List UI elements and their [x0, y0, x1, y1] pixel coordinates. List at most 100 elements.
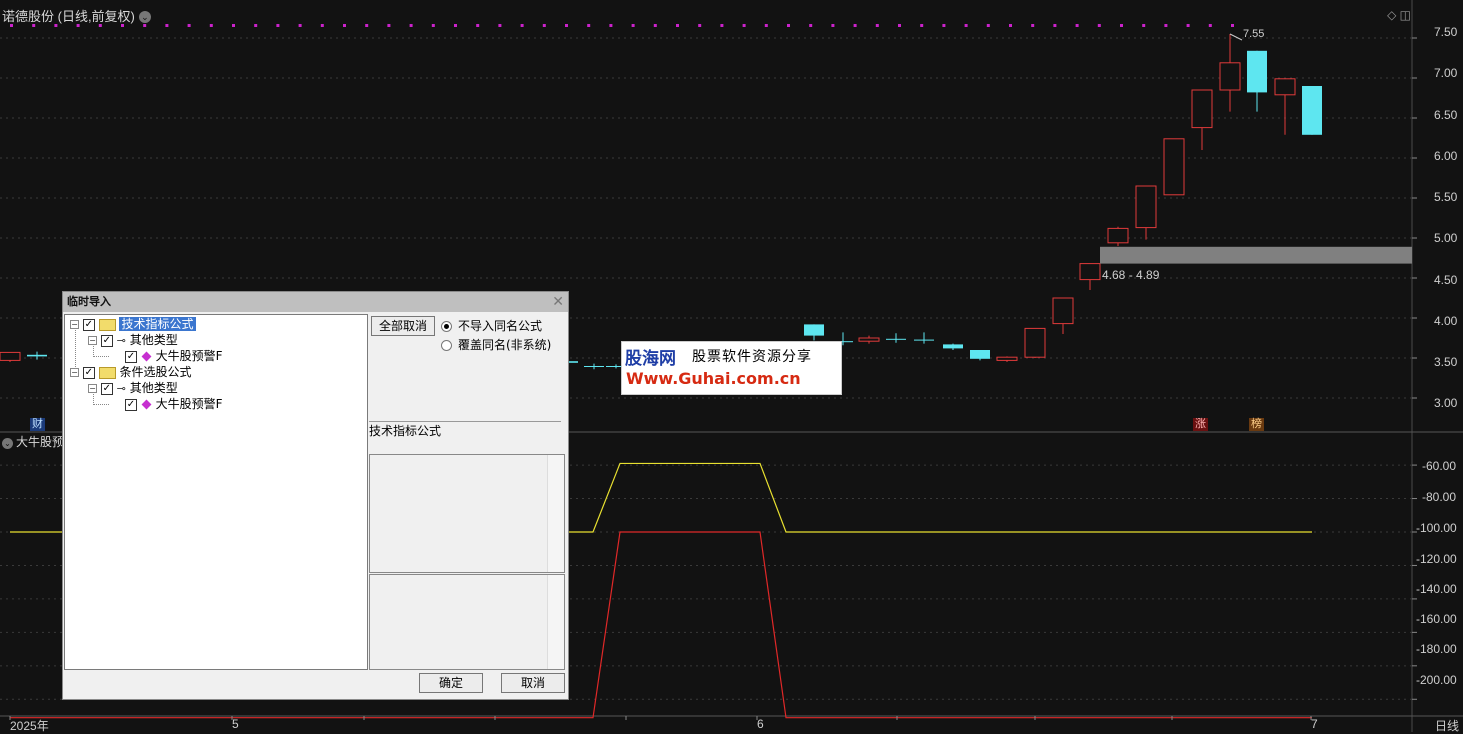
- radio-dot: [441, 321, 452, 332]
- checkbox[interactable]: ✓: [100, 334, 113, 347]
- checkbox[interactable]: ✓: [125, 398, 137, 411]
- checkbox[interactable]: ✓: [100, 382, 113, 395]
- candle-body: [1247, 50, 1267, 93]
- indicator-tick: -200.00: [1416, 673, 1457, 687]
- dialog-title: 临时导入: [67, 295, 111, 308]
- signal-dot: [165, 24, 169, 27]
- cai-badge[interactable]: 财: [30, 418, 45, 431]
- price-tick: 3.00: [1434, 396, 1458, 410]
- description-box[interactable]: [369, 454, 565, 573]
- tree-label: 大牛股预警F: [155, 349, 223, 363]
- signal-dot: [1053, 24, 1057, 27]
- key-icon: ⊸: [116, 381, 126, 395]
- cancel-button[interactable]: 取消: [501, 673, 565, 693]
- collapse-icon: −: [70, 320, 79, 329]
- signal-dot: [320, 24, 324, 27]
- formula-icon: [141, 351, 152, 362]
- ok-button[interactable]: 确定: [419, 673, 483, 693]
- section-label: 技术指标公式: [369, 424, 442, 438]
- candle-body: [0, 351, 21, 361]
- tree-node-selector[interactable]: − ✓ 条件选股公式: [70, 364, 192, 380]
- signal-dot: [343, 24, 346, 27]
- tree-label: 大牛股预警F: [155, 397, 223, 411]
- folder-icon: [98, 366, 116, 379]
- signal-dot: [1120, 24, 1123, 27]
- tree-node-formula[interactable]: ✓ 大牛股预警F: [125, 348, 223, 364]
- period-label[interactable]: 日线: [1435, 717, 1459, 734]
- tree-node-formula[interactable]: ✓ 大牛股预警F: [125, 396, 223, 412]
- candle-body: [1052, 297, 1074, 325]
- indicator-tick: -100.00: [1416, 521, 1457, 535]
- signal-dot: [631, 24, 635, 27]
- bang-badge[interactable]: 榜: [1249, 418, 1264, 431]
- signal-dot: [520, 24, 524, 27]
- tree-node-other-type[interactable]: − ✓ ⊸ 其他类型: [88, 380, 178, 396]
- formula-icon: [141, 399, 152, 410]
- price-tick: 7.50: [1434, 25, 1458, 39]
- candle-body: [1079, 263, 1101, 281]
- checkbox[interactable]: ✓: [82, 366, 95, 379]
- price-tick: 6.00: [1434, 149, 1458, 163]
- signal-dot: [1009, 24, 1012, 27]
- signal-dot: [232, 24, 235, 27]
- tree-node-indicator[interactable]: − ✓ 技术指标公式: [70, 316, 196, 332]
- candle-body: [804, 324, 824, 336]
- band-range-label: 4.68 - 4.89: [1102, 268, 1160, 282]
- deselect-all-button[interactable]: 全部取消: [371, 316, 435, 336]
- signal-dot: [542, 24, 546, 27]
- price-tick: 5.00: [1434, 231, 1458, 245]
- signal-dot: [209, 24, 213, 27]
- top-right-icons[interactable]: ◇ ◫: [1387, 8, 1411, 22]
- panel-toggle-icon[interactable]: ◫: [1400, 8, 1411, 22]
- candle-body: [943, 344, 963, 349]
- price-tick: 4.50: [1434, 273, 1458, 287]
- stock-title[interactable]: 诺德股份 (日线,前复权) ⌄: [2, 6, 151, 25]
- folder-icon: [98, 318, 116, 331]
- checkbox[interactable]: ✓: [125, 350, 137, 363]
- radio-overwrite-same-name[interactable]: 覆盖同名(非系统): [441, 336, 551, 353]
- candle-body: [1302, 86, 1322, 135]
- scrollbar[interactable]: [547, 455, 564, 572]
- tree-label: 其他类型: [129, 333, 178, 347]
- signal-dot: [920, 24, 924, 27]
- x-tick: 5: [232, 717, 239, 731]
- parameter-box[interactable]: [369, 574, 565, 670]
- signal-dot: [698, 24, 702, 27]
- signal-dot: [853, 24, 857, 27]
- radio-dot: [441, 340, 452, 351]
- checkbox[interactable]: ✓: [82, 318, 95, 331]
- signal-dot: [1231, 24, 1234, 27]
- price-tick: 4.00: [1434, 314, 1458, 328]
- formula-tree[interactable]: − ✓ 技术指标公式 − ✓ ⊸ 其他类型 ✓ 大牛股预警F − ✓ 条件选股公…: [64, 314, 368, 670]
- signal-dot: [986, 24, 990, 27]
- dialog-titlebar[interactable]: 临时导入 ✕: [63, 292, 568, 312]
- chevron-down-icon[interactable]: ⌄: [138, 11, 151, 23]
- signal-dot: [676, 24, 679, 27]
- signal-dot: [742, 24, 746, 27]
- x-tick: 7: [1311, 717, 1318, 731]
- tree-node-other-type[interactable]: − ✓ ⊸ 其他类型: [88, 332, 178, 348]
- peak-marker: [1229, 33, 1243, 41]
- candle-body: [1219, 62, 1241, 91]
- indicator-tick: -80.00: [1422, 490, 1457, 504]
- signal-dot: [431, 24, 435, 27]
- candle-body: [858, 337, 880, 342]
- watermark-brand: 股海网: [625, 349, 676, 369]
- signal-dot: [1097, 24, 1101, 27]
- candle-body: [970, 350, 990, 359]
- candle-body: [1163, 138, 1185, 196]
- candle-body: [1024, 327, 1046, 358]
- indicator-title[interactable]: ⌄ 大牛股预: [2, 433, 64, 450]
- signal-dot: [476, 24, 480, 27]
- signal-dot: [809, 24, 813, 27]
- signal-dot: [387, 24, 391, 27]
- indicator-tick: -60.00: [1422, 459, 1457, 473]
- signal-dot: [875, 24, 879, 27]
- close-icon[interactable]: ✕: [552, 292, 564, 312]
- diamond-icon[interactable]: ◇: [1387, 8, 1396, 22]
- scrollbar[interactable]: [547, 575, 564, 669]
- candle-body: [1274, 78, 1296, 96]
- zhang-badge[interactable]: 涨: [1193, 418, 1208, 431]
- price-tick: 5.50: [1434, 190, 1458, 204]
- radio-skip-same-name[interactable]: 不导入同名公式: [441, 317, 542, 334]
